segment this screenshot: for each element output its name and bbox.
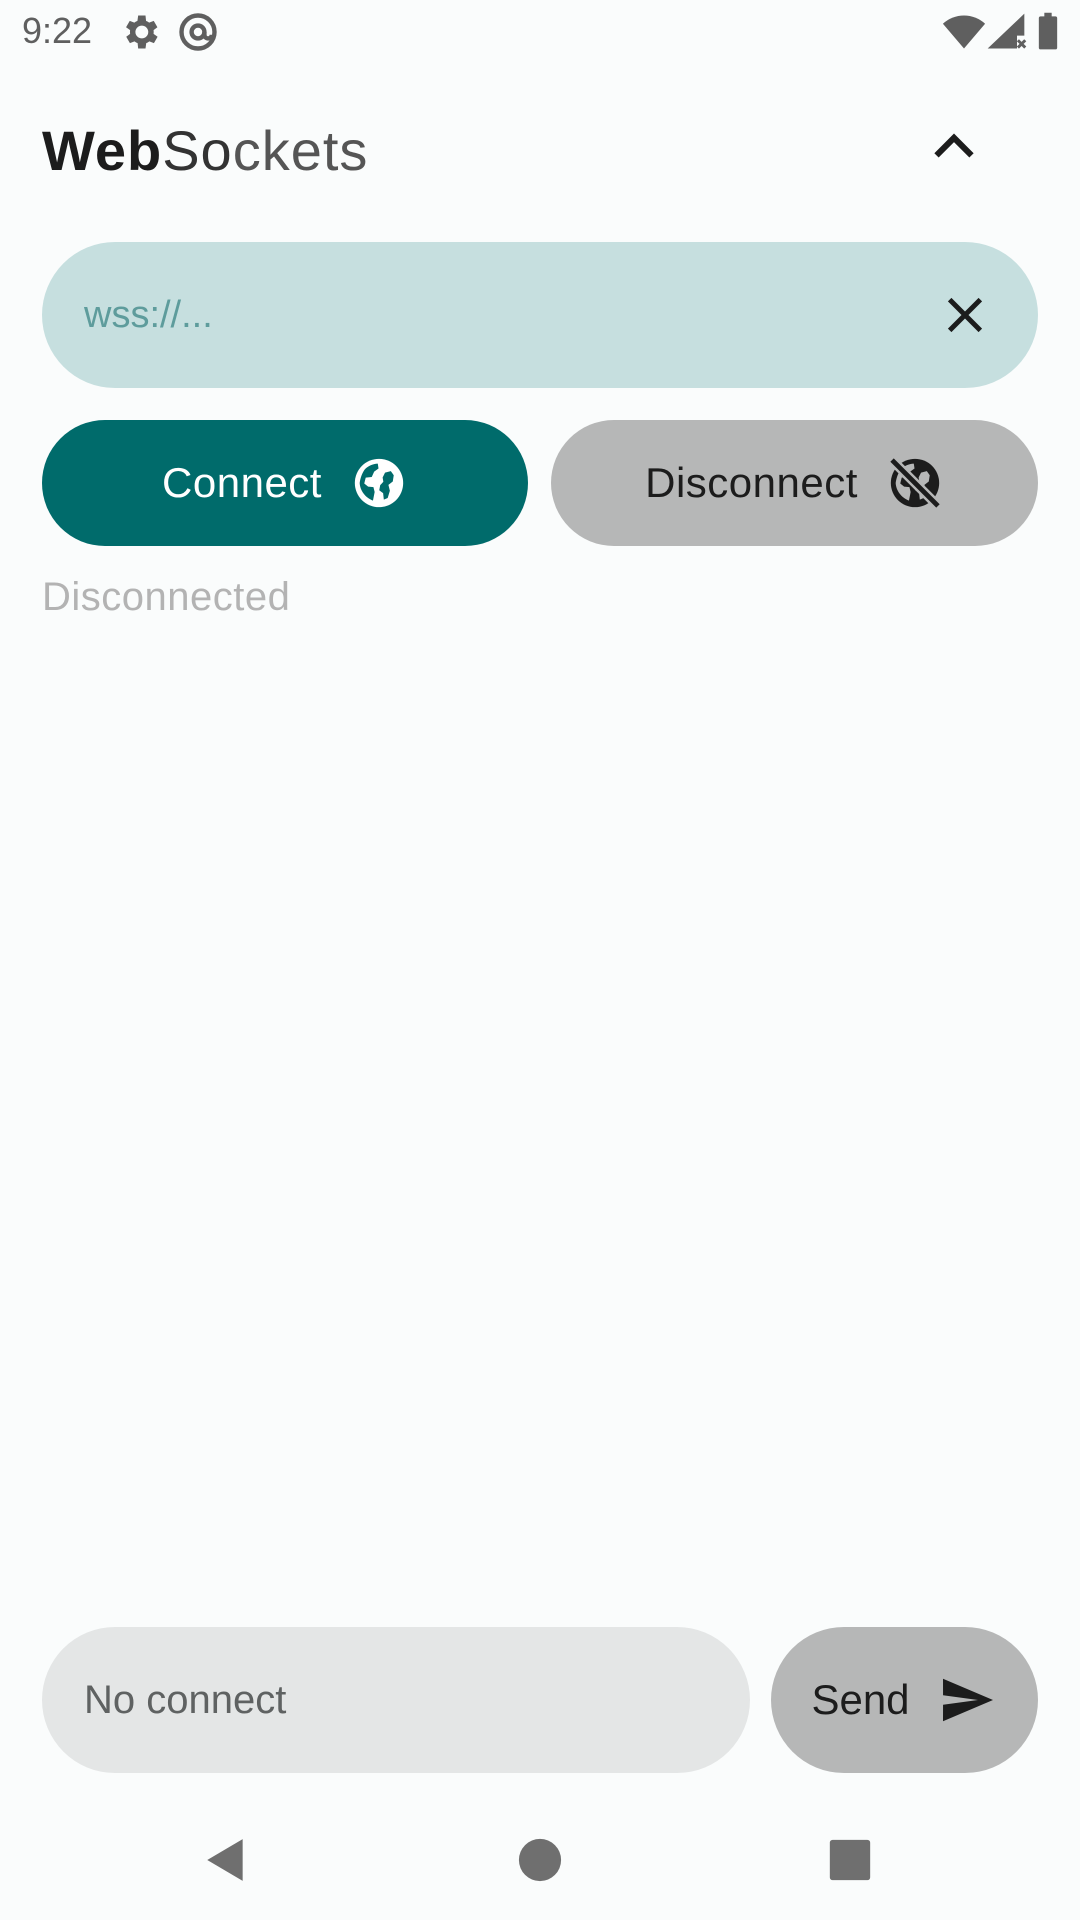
message-input[interactable] (84, 1627, 704, 1773)
disconnect-button-label: Disconnect (645, 459, 858, 506)
nav-recents-button[interactable] (820, 1830, 880, 1890)
nav-home-button[interactable] (510, 1830, 570, 1890)
url-field[interactable] (42, 242, 1038, 388)
message-field[interactable] (42, 1627, 750, 1773)
home-icon (518, 1838, 562, 1882)
send-button[interactable]: Send (771, 1627, 1038, 1773)
globe-icon (354, 458, 404, 508)
connection-status: Disconnected (42, 575, 291, 619)
app-title-regular: So (162, 119, 233, 182)
status-bar: 9:22 (0, 0, 1080, 64)
send-icon (942, 1678, 993, 1722)
clear-url-button[interactable] (928, 278, 1002, 352)
status-clock: 9:22 (22, 10, 93, 51)
app-title-bold: Web (42, 119, 163, 182)
url-input[interactable] (84, 242, 924, 388)
settings-icon (118, 10, 162, 54)
send-button-label: Send (811, 1676, 910, 1723)
battery-icon (1026, 10, 1070, 54)
chevron-up-icon (934, 133, 974, 158)
at-sign-icon (176, 10, 220, 54)
close-icon (947, 297, 983, 333)
disconnect-button[interactable]: Disconnect (551, 420, 1038, 546)
globe-off-icon (888, 456, 942, 510)
recents-icon (829, 1839, 871, 1881)
app-title: WebSockets (42, 118, 368, 183)
cell-signal-icon (984, 10, 1028, 54)
app-title-light: ckets (232, 119, 369, 182)
collapse-button[interactable] (920, 112, 988, 180)
nav-back-button[interactable] (196, 1830, 256, 1890)
connect-button-label: Connect (162, 459, 322, 506)
back-icon (207, 1839, 243, 1881)
wifi-icon (942, 10, 986, 54)
connect-button[interactable]: Connect (42, 420, 528, 546)
